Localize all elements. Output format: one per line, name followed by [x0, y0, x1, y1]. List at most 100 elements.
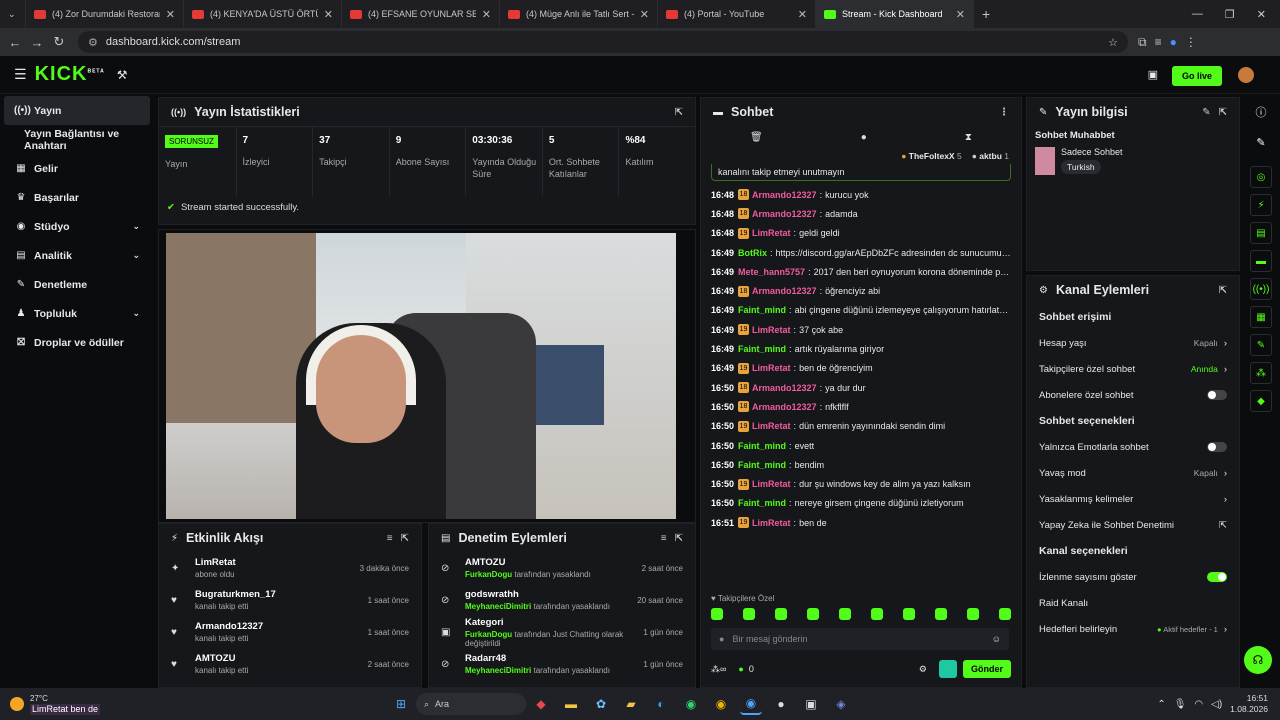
chat-message[interactable]: 16:48 18 Armando12327: adamda [701, 204, 1021, 223]
activity-item[interactable]: ♥ AMTOZU kanalı takip etti 2 saat önce [159, 648, 421, 680]
kick-bot-icon[interactable] [938, 660, 957, 678]
chat-username[interactable]: BotRix [738, 248, 767, 258]
show-viewers-toggle[interactable] [1207, 572, 1227, 582]
emoji-icon[interactable]: ☺ [992, 634, 1001, 644]
browser-tab[interactable]: (4) Portal - YouTube ✕ [658, 0, 816, 28]
option-account-age[interactable]: Hesap yaşı Kapalı › [1027, 330, 1239, 356]
copilot-icon[interactable]: ✿ [590, 693, 612, 715]
emote-icon[interactable] [775, 608, 787, 620]
sidebar-item-stream-key[interactable]: Yayın Bağlantısı ve Anahtarı [0, 125, 154, 154]
clock[interactable]: 16:51 1.08.2026 [1230, 693, 1268, 715]
chat-message[interactable]: 16:48 19 LimRetat: geldi geldi [701, 224, 1021, 243]
chat-message[interactable]: 16:50 18 Armando12327: nfkflflf [701, 397, 1021, 416]
more-icon[interactable]: ⋮ [999, 107, 1009, 118]
maximize-icon[interactable]: ❐ [1225, 8, 1235, 21]
hourglass-icon[interactable]: ⧗ [965, 132, 972, 143]
emote-icon[interactable] [807, 608, 819, 620]
option-show-viewers[interactable]: İzlenme sayısını göster [1027, 564, 1239, 590]
go-live-button[interactable]: Go live [1172, 66, 1222, 86]
activity-item[interactable]: ♥ Bugraturkmen_17 kanalı takip etti 1 saat … [159, 584, 421, 616]
app-icon[interactable]: ◆ [530, 693, 552, 715]
close-tab-icon[interactable]: ✕ [324, 8, 333, 21]
chat-message[interactable]: 16:49 Mete_hann5757:2017 den beri oynuyor… [701, 262, 1021, 281]
chat-username[interactable]: Mete_hann5757 [738, 267, 805, 277]
back-icon[interactable]: ← [4, 35, 26, 50]
bolt-icon[interactable]: ⚡ [1250, 194, 1272, 216]
menu-icon[interactable]: ⋮ [1185, 35, 1197, 50]
url-field[interactable]: ⚙ dashboard.kick.com/stream ☆ [78, 31, 1128, 53]
chat-username[interactable]: Armando12327 [752, 190, 817, 200]
broadcast-icon[interactable]: ((•)) [1250, 278, 1272, 300]
wifi-icon[interactable]: ◠ [1194, 699, 1203, 710]
emote-icon[interactable] [871, 608, 883, 620]
chat-message[interactable]: 16:50 Faint_mind: evett [701, 436, 1021, 455]
send-button[interactable]: Gönder [962, 660, 1011, 678]
close-window-icon[interactable]: ✕ [1257, 8, 1266, 21]
browser-tab[interactable]: (4) KENYA'DA ÜSTÜ ÖRTÜLEN✕ [184, 0, 342, 28]
tab-list-chevron[interactable]: ⌄ [0, 0, 26, 28]
expand-icon[interactable]: ⇱ [675, 107, 683, 118]
option-raid[interactable]: Raid Kanalı [1027, 590, 1239, 616]
chat-username[interactable]: Faint_mind [738, 441, 786, 451]
chat-username[interactable]: LimRetat [752, 421, 791, 431]
speaker-icon[interactable]: ◁) [1211, 699, 1222, 710]
chat-username[interactable]: LimRetat [752, 363, 791, 373]
chat-username[interactable]: Faint_mind [738, 344, 786, 354]
browser-tab[interactable]: (4) Müge Anlı ile Tatlı Sert - You✕ [500, 0, 658, 28]
close-tab-icon[interactable]: ✕ [956, 8, 965, 21]
terminal-icon[interactable]: ▣ [800, 693, 822, 715]
site-info-icon[interactable]: ⚙ [88, 36, 98, 49]
emote-icon[interactable] [903, 608, 915, 620]
sidebar-item-droplar[interactable]: ⛝ Droplar ve ödüller [0, 328, 154, 357]
sidebar-item-gelir[interactable]: ▦ Gelir [0, 154, 154, 183]
tools-icon[interactable]: ⚒ [117, 68, 128, 82]
browser-tab[interactable]: (4) EFSANE OYUNLAR SERİSİ - Y✕ [342, 0, 500, 28]
chat-username[interactable]: LimRetat [752, 479, 791, 489]
emote-icon[interactable] [967, 608, 979, 620]
windows-start-icon[interactable]: ⊞ [390, 693, 412, 715]
expand-icon[interactable]: ⇱ [675, 533, 683, 544]
settings-icon[interactable]: ⚙ [919, 664, 927, 675]
document-icon[interactable]: ▤ [1250, 222, 1272, 244]
chat-username[interactable]: Faint_mind [738, 498, 786, 508]
profile-avatar[interactable]: ● [1170, 35, 1177, 50]
chat-username[interactable]: Armando12327 [752, 383, 817, 393]
mic-icon[interactable]: 🎙 [1174, 699, 1187, 710]
sidebar-item-denetleme[interactable]: ✎ Denetleme [0, 270, 154, 299]
minimize-icon[interactable]: — [1192, 8, 1203, 20]
card-icon[interactable]: ▦ [1250, 306, 1272, 328]
emote-icon[interactable] [999, 608, 1011, 620]
option-ai-moderation[interactable]: Yapay Zeka ile Sohbet Denetimi ⇱ [1027, 512, 1239, 538]
chat-message[interactable]: 16:50 Faint_mind: nereye girsem çingene dü… [701, 494, 1021, 513]
file-explorer-icon[interactable]: ▬ [560, 693, 582, 715]
option-subs-only[interactable]: Abonelere özel sohbet [1027, 382, 1239, 408]
whatsapp-icon[interactable]: ◉ [680, 693, 702, 715]
taskbar-search[interactable]: ⌕ Ara [416, 693, 526, 715]
chevron-up-icon[interactable]: ⌃ [1157, 699, 1165, 710]
avatar[interactable] [1238, 67, 1254, 83]
chat-username[interactable]: Armando12327 [752, 286, 817, 296]
edit-icon[interactable]: ✎ [1202, 107, 1210, 118]
chat-bubble-icon[interactable]: ● [861, 132, 867, 143]
activity-item[interactable]: ✦ LimRetat abone oldu 3 dakika önce [159, 552, 421, 584]
activity-item[interactable]: ♥ Armando12327 kanalı takip etti 1 saat önc… [159, 616, 421, 648]
media-icon[interactable]: ≡ [1155, 35, 1162, 50]
chat-message[interactable]: 16:49 19 LimRetat: ben de öğrenciyim [701, 359, 1021, 378]
users-icon[interactable]: ⁂∞ [711, 664, 726, 675]
subs-only-toggle[interactable] [1207, 390, 1227, 400]
close-tab-icon[interactable]: ✕ [640, 8, 649, 21]
chat-message[interactable]: 16:50 18 Armando12327: ya dur dur [701, 378, 1021, 397]
sidebar-item-analitik[interactable]: ▤ Analitik ⌄ [0, 241, 154, 270]
chat-message[interactable]: 16:51 19 LimRetat: ben de [701, 513, 1021, 532]
expand-icon[interactable]: ⇱ [1219, 107, 1227, 118]
forward-icon[interactable]: → [26, 35, 48, 50]
new-tab-button[interactable]: + [974, 0, 1004, 28]
sidebar-item-studyo[interactable]: ◉ Stüdyo ⌄ [0, 212, 154, 241]
emote-icon[interactable] [711, 608, 723, 620]
users-icon[interactable]: ⁂ [1250, 362, 1272, 384]
pencil-icon[interactable]: ✎ [1250, 132, 1272, 154]
support-icon[interactable]: ☊ [1244, 646, 1272, 674]
mod-action-item[interactable]: ⊘ Radarr48 MeyhaneciDimitri tarafından yas… [429, 648, 695, 680]
chat-username[interactable]: Armando12327 [752, 209, 817, 219]
chat-message[interactable]: 16:49 Faint_mind: artık rüyalarıma giriyor [701, 339, 1021, 358]
